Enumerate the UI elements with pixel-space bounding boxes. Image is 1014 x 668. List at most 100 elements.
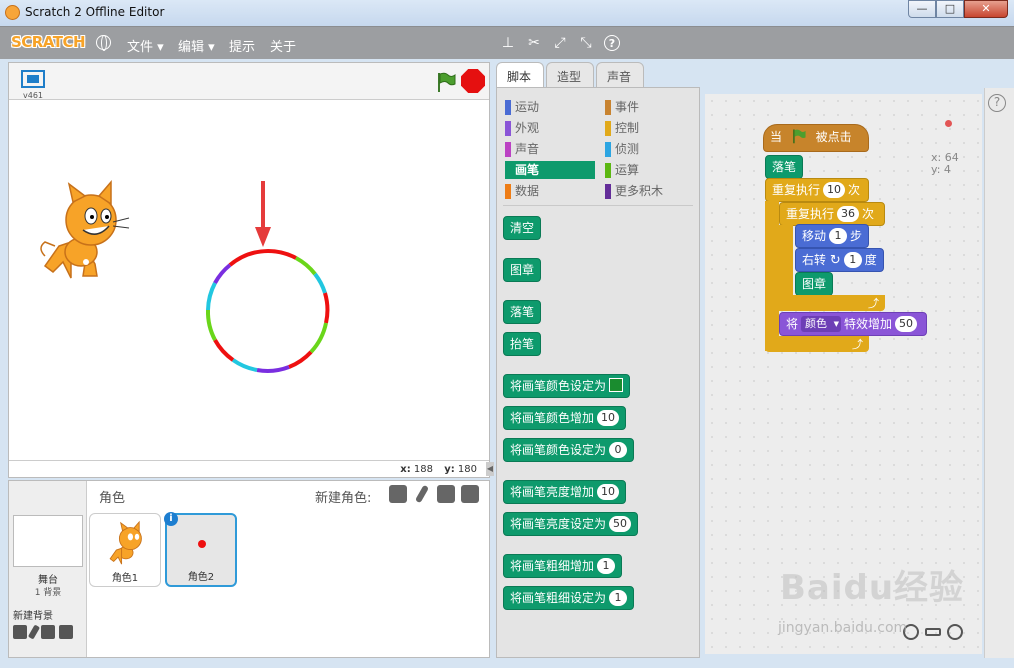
block-number-input[interactable]: 1 — [609, 590, 628, 606]
cat-thumbnail — [109, 520, 142, 565]
block-label: 特效增加 — [844, 317, 893, 331]
help-icon[interactable]: ? — [604, 35, 620, 51]
block-label: 步 — [850, 229, 863, 243]
block-pen-down[interactable]: 落笔 — [765, 155, 804, 179]
duplicate-stamp-icon[interactable]: ⊥ — [500, 35, 516, 51]
upload-backdrop-icon[interactable] — [41, 625, 55, 639]
new-sprite-label: 新建角色: — [315, 491, 372, 506]
info-icon[interactable]: i — [164, 512, 178, 526]
block-label: 将画笔亮度增加 — [510, 485, 595, 499]
menu-file[interactable]: 文件 ▾ — [127, 36, 164, 55]
block-change-pen-color[interactable]: 将画笔颜色增加 10 — [503, 406, 627, 430]
block-repeat-outer[interactable]: 重复执行 10 次 — [765, 178, 869, 202]
block-number-input[interactable]: 1 — [597, 558, 616, 574]
category-sensing[interactable]: 侦测 — [605, 140, 695, 158]
tab-scripts[interactable]: 脚本 — [496, 62, 544, 88]
block-clear[interactable]: 清空 — [503, 216, 542, 240]
mouse-x-label: x: — [400, 464, 411, 475]
paint-sprite-icon[interactable] — [414, 484, 430, 504]
repeat-inner-foot: ⤴ — [779, 295, 885, 311]
menu-edit[interactable]: 编辑 ▾ — [178, 36, 215, 55]
maximize-button[interactable]: □ — [936, 0, 964, 18]
upload-sprite-icon[interactable] — [437, 485, 455, 503]
block-set-pen-color-swatch[interactable]: 将画笔颜色设定为 — [503, 374, 631, 398]
category-operators[interactable]: 运算 — [605, 161, 695, 179]
mouse-y-value: 180 — [457, 464, 477, 475]
block-label: 落笔 — [510, 305, 535, 319]
category-label: 声音 — [515, 142, 540, 156]
block-stamp[interactable]: 图章 — [795, 272, 834, 296]
zoom-reset-icon[interactable] — [925, 628, 941, 636]
block-number-input[interactable]: 50 — [609, 516, 632, 532]
block-pen-up[interactable]: 抬笔 — [503, 332, 542, 356]
block-label: 度 — [864, 253, 877, 267]
turn-degrees-input[interactable]: 1 — [843, 252, 862, 268]
green-flag-icon — [793, 129, 806, 144]
block-number-input[interactable]: 10 — [597, 484, 620, 500]
stage-thumbnail[interactable] — [13, 515, 83, 567]
category-swatch — [605, 100, 611, 115]
delete-scissors-icon[interactable]: ✂ — [526, 35, 542, 51]
camera-sprite-icon[interactable] — [461, 485, 479, 503]
effect-dropdown[interactable]: 颜色 — [801, 316, 842, 332]
stop-sign-icon[interactable] — [461, 69, 485, 93]
category-label: 事件 — [615, 100, 640, 114]
repeat-count-input[interactable]: 10 — [823, 182, 846, 198]
collapse-stage-arrow[interactable]: ◀ — [486, 462, 494, 476]
zoom-in-icon[interactable] — [947, 624, 963, 640]
color-swatch[interactable] — [609, 378, 624, 392]
block-change-pen-size[interactable]: 将画笔粗细增加 1 — [503, 554, 623, 578]
sprite-library-icon[interactable] — [389, 485, 407, 503]
block-number-input[interactable]: 10 — [597, 410, 620, 426]
block-when-flag-clicked[interactable]: 当 被点击 — [763, 124, 869, 152]
menu-about[interactable]: 关于 — [270, 36, 296, 55]
category-pen[interactable]: 画笔 — [505, 161, 595, 179]
grow-icon[interactable]: ⤢ — [552, 35, 568, 51]
block-set-pen-shade[interactable]: 将画笔亮度设定为 50 — [503, 512, 639, 536]
category-data[interactable]: 数据 — [505, 182, 595, 200]
menu-tips[interactable]: 提示 — [229, 36, 255, 55]
block-pen-down[interactable]: 落笔 — [503, 300, 542, 324]
shrink-icon[interactable]: ⤡ — [578, 35, 594, 51]
camera-backdrop-icon[interactable] — [59, 625, 73, 639]
block-label: 将画笔颜色增加 — [510, 411, 595, 425]
tab-sounds[interactable]: 声音 — [596, 62, 644, 88]
block-repeat-inner[interactable]: 重复执行 36 次 — [779, 202, 885, 226]
block-change-effect[interactable]: 将颜色特效增加50 — [779, 312, 928, 336]
category-sound[interactable]: 声音 — [505, 140, 595, 158]
backdrop-library-icon[interactable] — [13, 625, 27, 639]
minimize-button[interactable]: — — [908, 0, 936, 18]
sprite-tile-2[interactable]: i 角色2 — [164, 512, 237, 587]
move-steps-input[interactable]: 1 — [829, 228, 848, 244]
close-button[interactable]: ✕ — [964, 0, 1008, 18]
green-flag-icon[interactable] — [435, 71, 457, 93]
effect-value-input[interactable]: 50 — [895, 316, 918, 332]
category-motion[interactable]: 运动 — [505, 98, 595, 116]
presentation-mode-icon[interactable] — [21, 70, 45, 88]
block-set-pen-size[interactable]: 将画笔粗细设定为 1 — [503, 586, 635, 610]
repeat-count-input[interactable]: 36 — [837, 206, 860, 222]
block-set-pen-color-number[interactable]: 将画笔颜色设定为 0 — [503, 438, 635, 462]
block-move[interactable]: 移动 1 步 — [795, 224, 870, 248]
help-question-icon[interactable]: ? — [988, 94, 1006, 112]
block-label: 抬笔 — [510, 337, 535, 351]
category-looks[interactable]: 外观 — [505, 119, 595, 137]
category-events[interactable]: 事件 — [605, 98, 695, 116]
block-stamp[interactable]: 图章 — [503, 258, 542, 282]
scratch-logo[interactable]: SCRATCH — [11, 33, 86, 51]
tab-costumes[interactable]: 造型 — [546, 62, 594, 88]
block-turn-right[interactable]: 右转 ↻ 1 度 — [795, 248, 884, 272]
category-swatch — [505, 121, 511, 136]
sprite-tile-1[interactable]: 角色1 — [89, 513, 161, 587]
window-titlebar: Scratch 2 Offline Editor — □ ✕ — [0, 0, 1014, 26]
scratch-app-icon — [5, 5, 20, 20]
category-more-blocks[interactable]: 更多积木 — [605, 182, 695, 200]
paint-backdrop-icon[interactable] — [27, 624, 41, 640]
block-change-pen-shade[interactable]: 将画笔亮度增加 10 — [503, 480, 627, 504]
block-number-input[interactable]: 0 — [609, 442, 628, 458]
block-label: 落笔 — [772, 160, 797, 174]
category-control[interactable]: 控制 — [605, 119, 695, 137]
language-globe-icon[interactable] — [96, 35, 111, 51]
stage-canvas[interactable] — [9, 99, 489, 461]
cat-sprite[interactable] — [31, 180, 131, 280]
